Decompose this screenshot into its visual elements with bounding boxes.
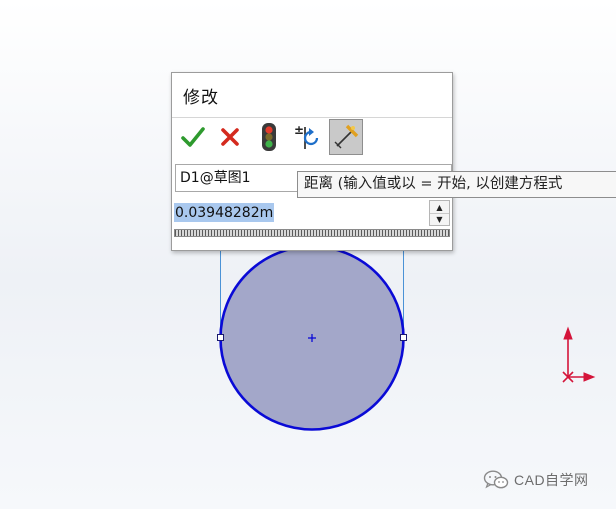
quadrant-handle-left[interactable] [217, 334, 224, 341]
watermark: CAD自学网 [483, 470, 589, 490]
ok-icon [181, 127, 205, 147]
traffic-light-icon [262, 123, 276, 151]
svg-text:±: ± [294, 123, 304, 137]
dialog-toolbar: ± [176, 119, 448, 157]
cancel-icon [221, 128, 239, 146]
cancel-button[interactable] [213, 119, 247, 155]
thumbwheel[interactable] [174, 229, 450, 237]
dimension-value-text: 0.03948282m [174, 203, 275, 222]
dialog-divider [172, 117, 452, 118]
dimension-value-input[interactable]: 0.03948282m [174, 200, 430, 226]
dialog-title: 修改 [183, 88, 219, 108]
quadrant-handle-right[interactable] [400, 334, 407, 341]
modify-dialog[interactable]: 修改 ± D1@草图1 0.03948282m ▲ ▼ [171, 72, 453, 251]
watermark-text: CAD自学网 [514, 472, 589, 488]
wechat-icon [483, 470, 509, 489]
value-tooltip: 距离 (输入值或以 = 开始, 以创建方程式 [297, 171, 616, 198]
value-spinner[interactable]: ▲ ▼ [429, 200, 450, 226]
mark-dimension-icon [334, 124, 359, 149]
reverse-dimension-icon: ± [294, 123, 319, 149]
spin-down-button[interactable]: ▼ [430, 213, 449, 225]
mark-dimension-button[interactable] [329, 119, 363, 155]
reverse-dimension-button[interactable]: ± [290, 119, 324, 155]
origin-icon [562, 326, 596, 383]
ok-button[interactable] [176, 119, 210, 155]
rebuild-button[interactable] [252, 119, 286, 155]
